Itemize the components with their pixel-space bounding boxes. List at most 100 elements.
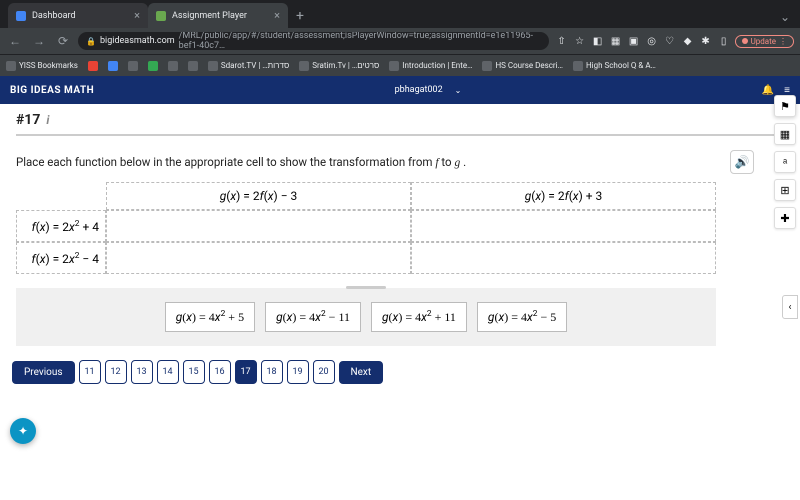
answer-tile[interactable]: g(x) = 4x2 + 5 xyxy=(165,302,255,332)
new-tab-button[interactable]: + xyxy=(288,4,312,28)
ext-icon[interactable]: ♡ xyxy=(663,34,677,48)
tools-button[interactable]: ⊞ xyxy=(774,179,796,201)
bookmark-item[interactable] xyxy=(188,61,198,71)
bookmark-icon xyxy=(573,61,583,71)
accessibility-button[interactable]: ✚ xyxy=(774,207,796,229)
bell-icon[interactable]: 🔔 xyxy=(762,85,774,96)
ext-icon[interactable]: ◎ xyxy=(645,34,659,48)
bookmark-icon xyxy=(188,61,198,71)
url-domain: bigideasmath.com xyxy=(100,36,175,46)
question-prompt: Place each function below in the appropr… xyxy=(16,155,466,169)
prompt-text: to xyxy=(441,155,454,169)
page-button-12[interactable]: 12 xyxy=(105,360,127,384)
page-button-19[interactable]: 19 xyxy=(287,360,309,384)
bookmark-icon xyxy=(168,61,178,71)
table-corner xyxy=(16,182,106,210)
answer-tile[interactable]: g(x) = 4x2 − 5 xyxy=(477,302,567,332)
info-icon[interactable]: i xyxy=(46,113,49,127)
extensions-icon[interactable]: ✱ xyxy=(699,34,713,48)
share-icon[interactable]: ⇧ xyxy=(555,34,569,48)
question-nav: Previous 11 12 13 14 15 16 17 18 19 20 N… xyxy=(0,356,800,388)
bookmark-icon xyxy=(208,61,218,71)
bookmark-icon xyxy=(88,61,98,71)
chevron-down-icon[interactable]: ⌄ xyxy=(455,86,462,95)
drop-cell-2-1[interactable] xyxy=(106,242,411,274)
language-button[interactable]: ᵃ xyxy=(774,151,796,173)
address-bar[interactable]: 🔒 bigideasmath.com /MRL/public/app/#/stu… xyxy=(78,32,549,50)
close-icon[interactable]: × xyxy=(134,9,140,22)
page-button-13[interactable]: 13 xyxy=(131,360,153,384)
forward-button[interactable]: → xyxy=(30,34,48,48)
tab-favicon xyxy=(156,11,166,21)
page-button-11[interactable]: 11 xyxy=(79,360,101,384)
bookmark-item[interactable] xyxy=(128,61,138,71)
ext-icon[interactable]: ◆ xyxy=(681,34,695,48)
bookmark-item[interactable] xyxy=(88,61,98,71)
window-expand-icon[interactable]: ⌄ xyxy=(770,6,800,28)
ext-icon[interactable]: ▣ xyxy=(627,34,641,48)
page-button-17[interactable]: 17 xyxy=(235,360,257,384)
bookmark-icon xyxy=(389,61,399,71)
bookmark-item[interactable]: Sdarot.TV | …סדרות xyxy=(208,61,289,71)
bookmark-icon xyxy=(299,61,309,71)
tab-title: Dashboard xyxy=(32,11,76,21)
page-button-15[interactable]: 15 xyxy=(183,360,205,384)
bookmark-item[interactable] xyxy=(148,61,158,71)
drop-cell-1-1[interactable] xyxy=(106,210,411,242)
answer-tile[interactable]: g(x) = 4x2 + 11 xyxy=(371,302,467,332)
tab-title: Assignment Player xyxy=(172,11,247,21)
url-path: /MRL/public/app/#/student/assessment;isP… xyxy=(179,32,541,50)
menu-icon[interactable]: ≡ xyxy=(784,85,790,96)
page-button-18[interactable]: 18 xyxy=(261,360,283,384)
ext-icon[interactable]: ▦ xyxy=(609,34,623,48)
close-icon[interactable]: × xyxy=(274,9,280,22)
star-icon[interactable]: ☆ xyxy=(573,34,587,48)
brand-title: BIG IDEAS MATH xyxy=(10,85,94,96)
drop-cell-1-2[interactable] xyxy=(411,210,716,242)
app-header: BIG IDEAS MATH pbhagat002 ⌄ 🔔 ≡ xyxy=(0,76,800,104)
toolbar-actions: ⇧ ☆ ◧ ▦ ▣ ◎ ♡ ◆ ✱ ▯ Update ⋮ xyxy=(555,34,794,48)
bookmark-item[interactable]: HS Course Descri… xyxy=(482,61,563,71)
browser-tab-assignment[interactable]: Assignment Player × xyxy=(148,3,288,28)
flag-button[interactable]: ⚑ xyxy=(774,95,796,117)
bookmark-item[interactable]: High School Q & A… xyxy=(573,61,656,71)
browser-toolbar: ← → ⟳ 🔒 bigideasmath.com /MRL/public/app… xyxy=(0,28,800,54)
bookmark-item[interactable]: YISS Bookmarks xyxy=(6,61,78,71)
bookmark-item[interactable]: Introduction | Ente… xyxy=(389,61,472,71)
question-prompt-row: Place each function below in the appropr… xyxy=(0,142,800,178)
update-dot-icon xyxy=(742,38,748,44)
reload-button[interactable]: ⟳ xyxy=(54,34,72,48)
help-avatar-button[interactable]: ✦ xyxy=(10,418,36,444)
update-button[interactable]: Update ⋮ xyxy=(735,35,794,48)
side-panel-icon[interactable]: ▯ xyxy=(717,34,731,48)
bookmark-icon xyxy=(108,61,118,71)
calculator-button[interactable]: ▦ xyxy=(774,123,796,145)
ext-icon[interactable]: ◧ xyxy=(591,34,605,48)
collapse-panel-button[interactable]: ‹ xyxy=(782,295,798,319)
row-header-2: f(x) = 2x2 − 4 xyxy=(16,242,106,274)
bookmark-item[interactable]: Sratim.Tv | …סרטים xyxy=(299,61,379,71)
drag-drop-area: g(x) = 2f(x) − 3 g(x) = 2f(x) + 3 f(x) =… xyxy=(0,178,800,282)
bookmark-label: Introduction | Ente… xyxy=(402,61,472,70)
col-header-2: g(x) = 2f(x) + 3 xyxy=(411,182,716,210)
header-actions: 🔔 ≡ xyxy=(762,85,790,96)
bookmark-item[interactable] xyxy=(108,61,118,71)
prompt-text: Place each function below in the appropr… xyxy=(16,155,435,169)
page-button-14[interactable]: 14 xyxy=(157,360,179,384)
read-aloud-button[interactable]: 🔊 xyxy=(730,150,754,174)
bookmark-item[interactable] xyxy=(168,61,178,71)
divider xyxy=(16,134,784,136)
previous-button[interactable]: Previous xyxy=(12,361,75,384)
col-header-1: g(x) = 2f(x) − 3 xyxy=(106,182,411,210)
drop-cell-2-2[interactable] xyxy=(411,242,716,274)
browser-tab-dashboard[interactable]: Dashboard × xyxy=(8,3,148,28)
bookmark-label: HS Course Descri… xyxy=(495,61,563,70)
page-button-20[interactable]: 20 xyxy=(313,360,335,384)
tool-rail: ⚑ ▦ ᵃ ⊞ ✚ xyxy=(774,95,796,229)
lock-icon: 🔒 xyxy=(86,37,96,46)
back-button[interactable]: ← xyxy=(6,34,24,48)
next-button[interactable]: Next xyxy=(339,361,384,384)
page-button-16[interactable]: 16 xyxy=(209,360,231,384)
user-label: pbhagat002 xyxy=(395,85,443,95)
answer-tile[interactable]: g(x) = 4x2 − 11 xyxy=(265,302,361,332)
